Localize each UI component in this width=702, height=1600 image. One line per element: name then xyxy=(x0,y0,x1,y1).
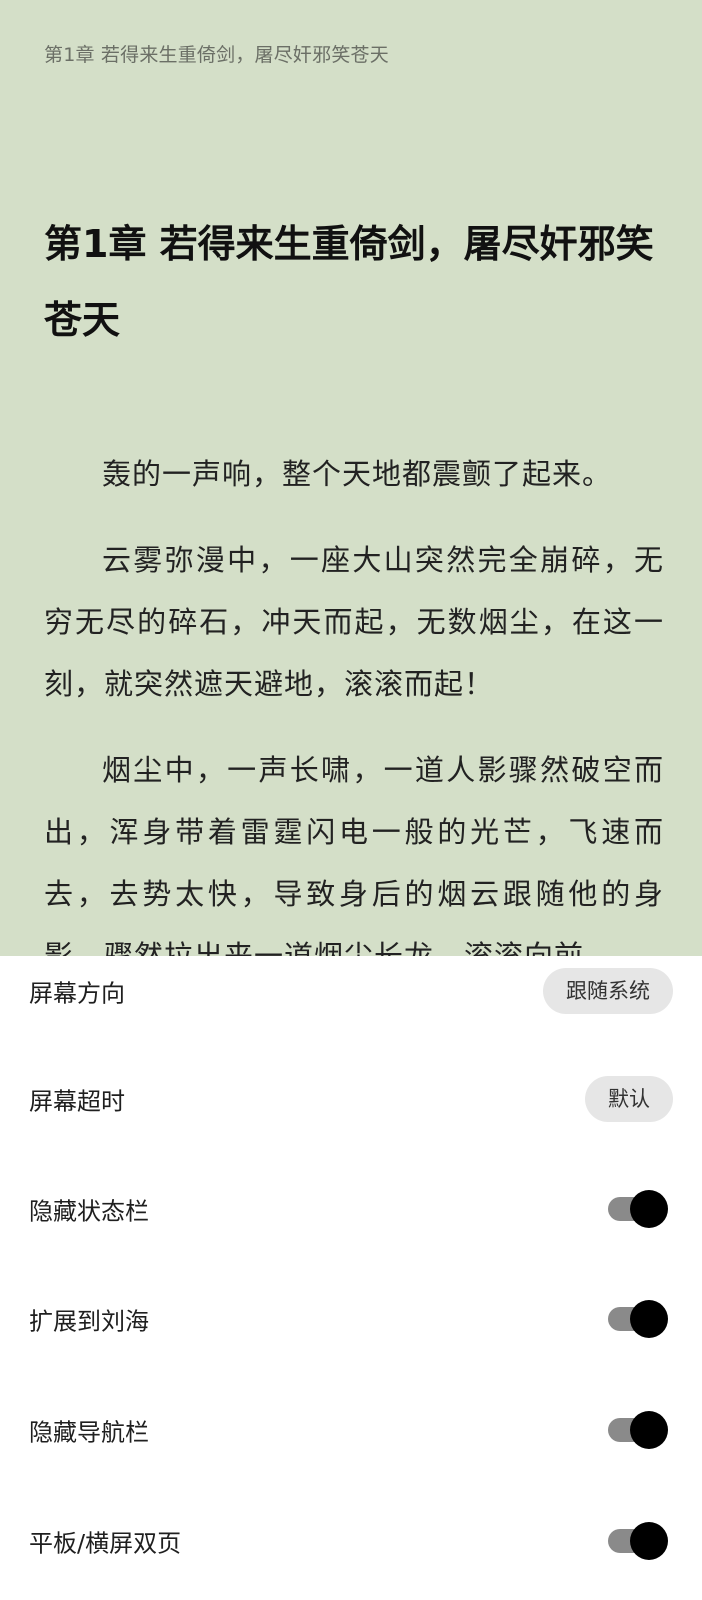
setting-row-screen-timeout[interactable]: 屏幕超时 默认 xyxy=(0,1064,702,1134)
setting-label: 隐藏导航栏 xyxy=(29,1418,149,1447)
chapter-body: 轰的一声响，整个天地都震颤了起来。 云雾弥漫中，一座大山突然完全崩碎，无穷无尽的… xyxy=(44,443,664,956)
screen-orientation-selector[interactable]: 跟随系统 xyxy=(543,968,673,1014)
paragraph: 云雾弥漫中，一座大山突然完全崩碎，无穷无尽的碎石，冲天而起，无数烟尘，在这一刻，… xyxy=(44,543,664,701)
settings-sheet: 屏幕方向 跟随系统 屏幕超时 默认 隐藏状态栏 扩展到刘海 隐藏导航栏 平板/横… xyxy=(0,956,702,1600)
toggle-thumb xyxy=(630,1411,668,1449)
toggle-thumb xyxy=(630,1522,668,1560)
setting-row-extend-to-notch[interactable]: 扩展到刘海 xyxy=(0,1284,702,1354)
tablet-landscape-double-page-toggle[interactable] xyxy=(608,1521,668,1561)
toggle-thumb xyxy=(630,1300,668,1338)
setting-row-hide-navigation-bar[interactable]: 隐藏导航栏 xyxy=(0,1395,702,1465)
chapter-title: 第1章 若得来生重倚剑，屠尽奸邪笑苍天 xyxy=(44,222,654,342)
setting-label: 屏幕方向 xyxy=(29,979,125,1008)
toggle-thumb xyxy=(630,1190,668,1228)
paragraph: 轰的一声响，整个天地都震颤了起来。 xyxy=(102,457,613,491)
setting-row-hide-status-bar[interactable]: 隐藏状态栏 xyxy=(0,1174,702,1244)
running-header: 第1章 若得来生重倚剑，屠尽奸邪笑苍天 xyxy=(44,44,389,66)
reader-page[interactable]: 第1章 若得来生重倚剑，屠尽奸邪笑苍天 第1章 若得来生重倚剑，屠尽奸邪笑苍天 … xyxy=(0,0,702,956)
setting-row-screen-orientation[interactable]: 屏幕方向 跟随系统 xyxy=(0,956,702,1026)
hide-navigation-bar-toggle[interactable] xyxy=(608,1410,668,1450)
setting-label: 屏幕超时 xyxy=(29,1087,125,1116)
setting-label: 平板/横屏双页 xyxy=(29,1529,182,1558)
screen-timeout-selector[interactable]: 默认 xyxy=(585,1076,673,1122)
setting-label: 隐藏状态栏 xyxy=(29,1197,149,1226)
paragraph: 烟尘中，一声长啸，一道人影骤然破空而出，浑身带着雷霆闪电一般的光芒，飞速而去，去… xyxy=(44,753,664,956)
extend-to-notch-toggle[interactable] xyxy=(608,1299,668,1339)
setting-label: 扩展到刘海 xyxy=(29,1307,149,1336)
hide-status-bar-toggle[interactable] xyxy=(608,1189,668,1229)
setting-row-tablet-landscape-double-page[interactable]: 平板/横屏双页 xyxy=(0,1506,702,1576)
